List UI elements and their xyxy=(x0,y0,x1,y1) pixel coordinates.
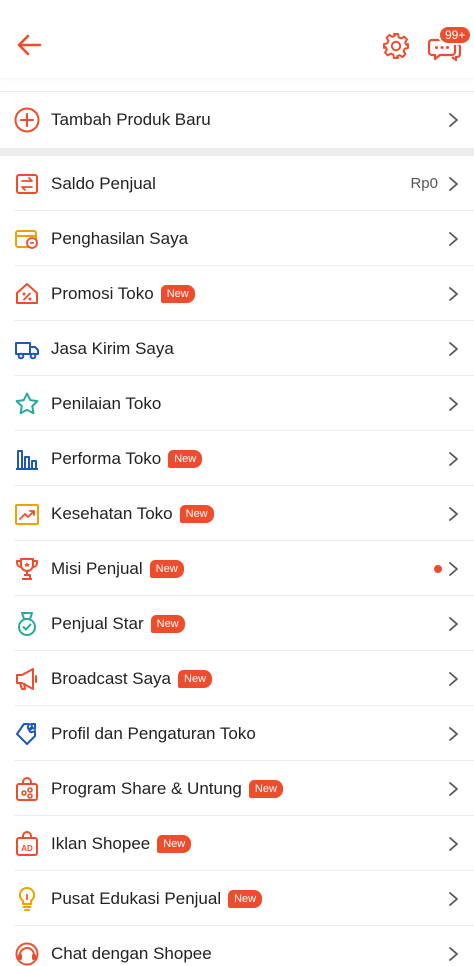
menu-item-jasa-kirim-saya[interactable]: Jasa Kirim Saya xyxy=(0,321,474,376)
seller-menu-list: Saldo Penjual Rp0 Penghasilan Saya Promosi … xyxy=(0,156,474,966)
bar-chart-icon xyxy=(14,446,40,472)
chevron-right-icon xyxy=(449,506,458,521)
new-badge: New xyxy=(228,889,263,908)
chevron-right-icon xyxy=(449,671,458,686)
menu-item-kesehatan-toko[interactable]: Kesehatan Toko New xyxy=(0,486,474,541)
add-product-label: Tambah Produk Baru xyxy=(51,110,211,129)
chevron-right-icon xyxy=(449,451,458,466)
income-card-icon xyxy=(14,226,40,252)
chevron-right-icon xyxy=(449,231,458,246)
menu-item-label: Jasa Kirim Saya xyxy=(51,338,174,358)
plus-circle-icon xyxy=(14,107,40,133)
new-badge: New xyxy=(179,504,214,523)
wallet-transfer-icon xyxy=(14,171,40,197)
new-badge: New xyxy=(150,614,185,633)
back-arrow-icon[interactable] xyxy=(14,30,44,60)
menu-item-label: Pusat Edukasi Penjual xyxy=(51,888,222,908)
new-badge: New xyxy=(248,779,283,798)
menu-item-label: Promosi Toko xyxy=(51,283,154,303)
ad-bag-icon: AD xyxy=(14,830,40,857)
add-product-row[interactable]: Tambah Produk Baru xyxy=(0,92,474,148)
menu-item-label: Penghasilan Saya xyxy=(51,228,189,248)
trend-chart-icon xyxy=(14,501,40,527)
menu-item-penjual-star[interactable]: Penjual Star New xyxy=(0,596,474,651)
chevron-right-icon xyxy=(449,341,458,356)
megaphone-icon xyxy=(14,666,40,692)
chevron-right-icon xyxy=(449,286,458,301)
balance-value: Rp0 xyxy=(410,175,438,192)
menu-item-label: Saldo Penjual xyxy=(51,173,156,193)
app-header: 99+ xyxy=(0,0,474,78)
chat-support-icon xyxy=(14,941,40,966)
promo-tag-icon xyxy=(14,281,40,307)
notification-dot xyxy=(434,564,442,573)
menu-item-pusat-edukasi-penjual[interactable]: Pusat Edukasi Penjual New xyxy=(0,871,474,926)
menu-item-iklan-shopee[interactable]: AD Iklan Shopee New xyxy=(0,816,474,871)
menu-item-penghasilan-saya[interactable]: Penghasilan Saya xyxy=(0,211,474,266)
chevron-right-icon xyxy=(449,781,458,796)
menu-item-misi-penjual[interactable]: Misi Penjual New xyxy=(0,541,474,596)
chevron-right-icon xyxy=(449,836,458,851)
svg-text:AD: AD xyxy=(21,844,33,853)
truck-icon xyxy=(14,336,40,362)
menu-item-label: Program Share & Untung xyxy=(51,778,242,798)
new-badge: New xyxy=(160,284,195,303)
top-gap xyxy=(0,78,474,92)
chevron-right-icon xyxy=(449,616,458,631)
new-badge: New xyxy=(168,449,203,468)
trophy-icon xyxy=(14,556,40,582)
new-badge: New xyxy=(157,834,192,853)
menu-item-label: Misi Penjual xyxy=(51,558,143,578)
chevron-right-icon xyxy=(449,726,458,741)
menu-item-chat-dengan-shopee[interactable]: Chat dengan Shopee xyxy=(0,926,474,966)
chevron-right-icon xyxy=(449,113,458,127)
menu-item-label: Iklan Shopee xyxy=(51,833,151,853)
menu-item-broadcast-saya[interactable]: Broadcast Saya New xyxy=(0,651,474,706)
menu-item-label: Broadcast Saya xyxy=(51,668,172,688)
chevron-right-icon xyxy=(449,561,458,576)
menu-item-program-share-untung[interactable]: Program Share & Untung New xyxy=(0,761,474,816)
chevron-right-icon xyxy=(449,176,458,191)
new-badge: New xyxy=(149,559,184,578)
menu-item-label: Penilaian Toko xyxy=(51,393,162,413)
menu-item-promosi-toko[interactable]: Promosi Toko New xyxy=(0,266,474,321)
menu-item-performa-toko[interactable]: Performa Toko New xyxy=(0,431,474,486)
chevron-right-icon xyxy=(449,396,458,411)
menu-item-saldo-penjual[interactable]: Saldo Penjual Rp0 xyxy=(0,156,474,211)
menu-item-penilaian-toko[interactable]: Penilaian Toko xyxy=(0,376,474,431)
section-separator xyxy=(0,148,474,156)
menu-item-label: Kesehatan Toko xyxy=(51,503,173,523)
new-badge: New xyxy=(178,669,213,688)
menu-item-label: Chat dengan Shopee xyxy=(51,943,212,963)
menu-item-profil-dan-pengaturan-toko[interactable]: Profil dan Pengaturan Toko xyxy=(0,706,474,761)
menu-item-label: Profil dan Pengaturan Toko xyxy=(51,723,256,743)
chat-unread-badge: 99+ xyxy=(438,25,473,45)
chevron-right-icon xyxy=(449,946,458,961)
chevron-right-icon xyxy=(449,891,458,906)
menu-item-label: Penjual Star xyxy=(51,613,144,633)
gear-icon[interactable] xyxy=(381,31,411,61)
star-icon xyxy=(14,391,40,417)
lightbulb-icon xyxy=(14,886,40,912)
share-bag-icon xyxy=(14,776,40,802)
puzzle-icon xyxy=(14,721,40,747)
menu-item-label: Performa Toko xyxy=(51,448,162,468)
medal-icon xyxy=(14,611,40,637)
